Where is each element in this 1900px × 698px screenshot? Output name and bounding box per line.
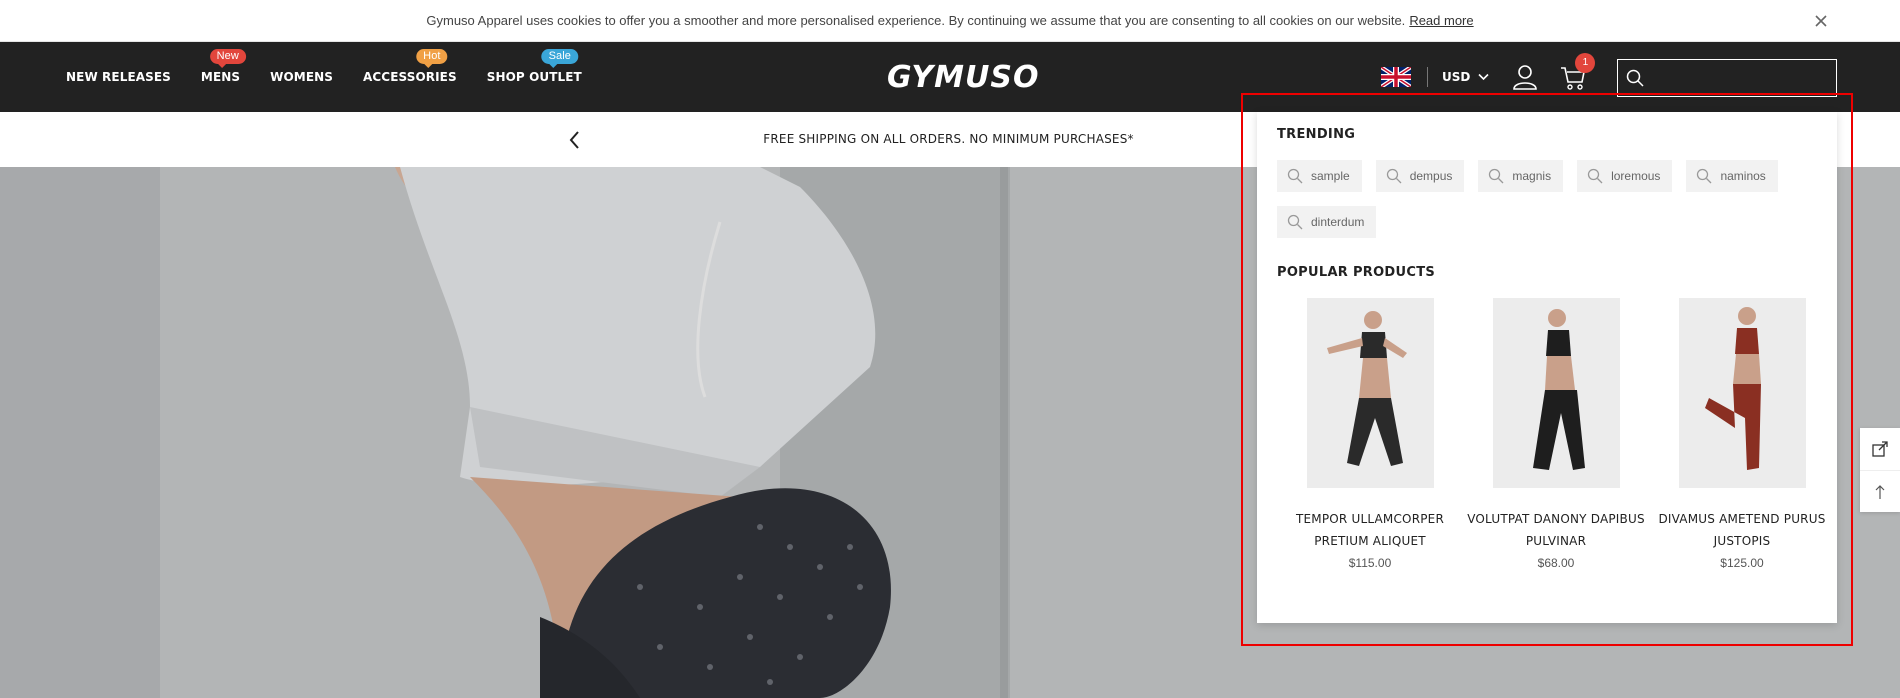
popular-products-heading: POPULAR PRODUCTS [1277, 265, 1436, 280]
search-icon [1587, 168, 1603, 184]
side-tools [1860, 428, 1900, 512]
search-icon [1287, 214, 1303, 230]
product-image[interactable] [1306, 298, 1434, 488]
search-icon [1489, 168, 1504, 184]
share-button[interactable] [1860, 428, 1900, 470]
trending-tag-label: loremous [1611, 169, 1661, 183]
nav-mens[interactable]: New MENS [200, 49, 246, 84]
trending-tag[interactable]: magnis [1478, 160, 1564, 192]
site-header: NEW RELEASES New MENS WOMENS Hot ACCESSO… [0, 42, 1900, 112]
trending-heading: TRENDING [1277, 127, 1356, 142]
product-name[interactable]: VOLUTPAT DANONY DAPIBUS PULVINAR [1463, 508, 1649, 552]
nav-accessories[interactable]: Hot ACCESSORIES [363, 49, 457, 84]
arrow-up-icon [1875, 484, 1885, 499]
product-card[interactable]: TEMPOR ULLAMCORPER PRETIUM ALIQUET $115.… [1277, 298, 1463, 570]
nav-badge-sale: Sale [541, 49, 578, 68]
trending-tag-label: magnis [1512, 169, 1552, 183]
chevron-down-icon [1478, 73, 1489, 81]
trending-tag[interactable]: dempus [1375, 160, 1465, 192]
cookie-read-more-link[interactable]: Read more [1409, 13, 1473, 28]
cart-count-badge: 1 [1575, 53, 1596, 73]
nav-label: NEW RELEASES [66, 70, 171, 84]
product-price: $115.00 [1348, 556, 1392, 570]
trending-tag-label: dempus [1409, 169, 1453, 183]
external-link-icon [1872, 441, 1888, 457]
currency-selector[interactable]: USD [1442, 70, 1489, 84]
header-actions: USD 1 [1381, 42, 1596, 112]
cookie-message: Gymuso Apparel uses cookies to offer you… [426, 13, 1406, 28]
search-box [1617, 59, 1837, 97]
search-input[interactable] [1652, 70, 1832, 86]
divider [1427, 67, 1428, 87]
user-icon[interactable] [1511, 63, 1539, 91]
search-icon [1626, 69, 1644, 87]
nav-shop-outlet[interactable]: Sale SHOP OUTLET [486, 49, 582, 84]
product-name[interactable]: TEMPOR ULLAMCORPER PRETIUM ALIQUET [1277, 508, 1463, 552]
nav-badge-hot: Hot [416, 49, 448, 68]
product-price: $68.00 [1537, 556, 1575, 570]
back-to-top-button[interactable] [1860, 470, 1900, 512]
product-card[interactable]: VOLUTPAT DANONY DAPIBUS PULVINAR $68.00 [1463, 298, 1649, 570]
trending-tag-label: dinterdum [1311, 215, 1365, 229]
nav-label: MENS [200, 70, 241, 84]
trending-tag[interactable]: loremous [1577, 160, 1673, 192]
nav-badge-new: New [209, 49, 246, 68]
currency-label: USD [1442, 70, 1471, 84]
trending-tag[interactable]: dinterdum [1277, 206, 1377, 238]
product-name[interactable]: DIVAMUS AMETEND PURUS JUSTOPIS [1649, 508, 1835, 552]
close-icon[interactable] [1812, 12, 1830, 30]
trending-tag-label: naminos [1720, 169, 1766, 183]
uk-flag-icon[interactable] [1381, 67, 1411, 87]
product-image[interactable] [1492, 298, 1620, 488]
announcement-message: FREE SHIPPING ON ALL ORDERS. NO MINIMUM … [763, 132, 1134, 146]
trending-tags: sample dempus magnis loremous naminos di… [1277, 160, 1817, 238]
nav-new-releases[interactable]: NEW RELEASES [66, 70, 171, 84]
nav-label: ACCESSORIES [363, 70, 457, 84]
search-icon [1386, 168, 1402, 184]
trending-tag[interactable]: naminos [1686, 160, 1778, 192]
main-nav: NEW RELEASES New MENS WOMENS Hot ACCESSO… [66, 42, 612, 112]
popular-products: TEMPOR ULLAMCORPER PRETIUM ALIQUET $115.… [1277, 298, 1837, 570]
nav-label: SHOP OUTLET [486, 70, 582, 84]
trending-tag[interactable]: sample [1277, 160, 1362, 192]
site-logo[interactable]: GYMUSO [887, 60, 1039, 95]
search-icon [1287, 168, 1303, 184]
cart-button[interactable]: 1 [1559, 53, 1596, 91]
product-card[interactable]: DIVAMUS AMETEND PURUS JUSTOPIS $125.00 [1649, 298, 1835, 570]
search-icon [1697, 168, 1712, 184]
trending-tag-label: sample [1311, 169, 1350, 183]
search-dropdown: TRENDING sample dempus magnis loremous n… [1257, 112, 1837, 623]
product-image[interactable] [1678, 298, 1806, 488]
cookie-bar: Gymuso Apparel uses cookies to offer you… [0, 0, 1900, 42]
nav-label: WOMENS [270, 70, 334, 84]
product-price: $125.00 [1720, 556, 1764, 570]
nav-womens[interactable]: WOMENS [270, 70, 333, 84]
